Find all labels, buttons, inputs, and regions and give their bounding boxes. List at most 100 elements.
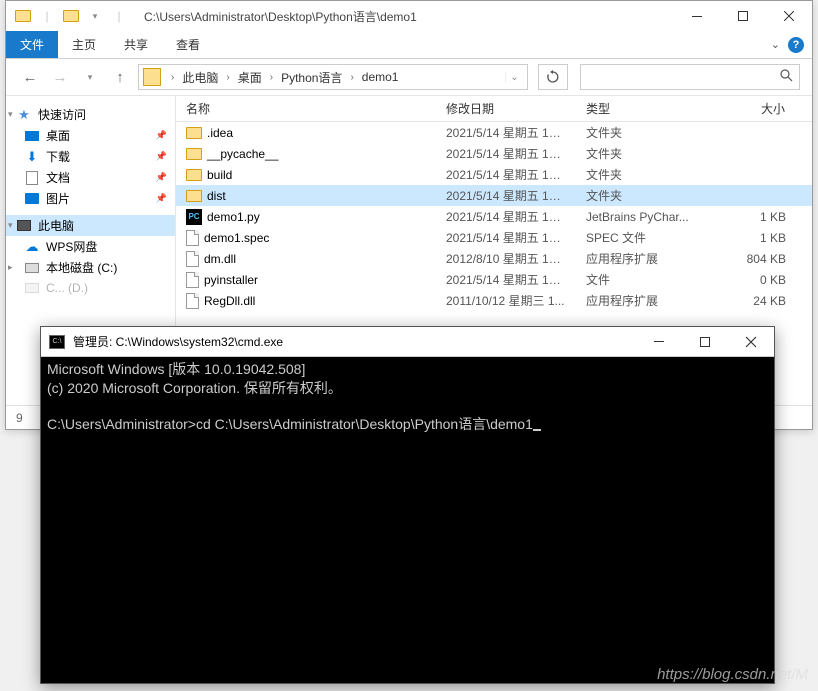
sidebar-label: 快速访问 (38, 106, 86, 123)
python-file-icon: PC (186, 209, 202, 225)
chevron-right-icon[interactable]: › (266, 72, 277, 83)
col-type[interactable]: 类型 (576, 100, 716, 117)
cmd-close-button[interactable] (728, 327, 774, 357)
sidebar-item-documents[interactable]: 文档📌 (6, 167, 175, 188)
breadcrumb-item[interactable]: 桌面 (234, 69, 266, 86)
search-input[interactable] (587, 70, 780, 84)
file-icon (186, 272, 199, 288)
refresh-button[interactable] (538, 64, 568, 90)
maximize-button[interactable] (720, 1, 766, 31)
breadcrumb-item[interactable]: 此电脑 (178, 69, 222, 86)
file-row[interactable]: build2021/5/14 星期五 15:...文件夹 (176, 164, 812, 185)
file-row[interactable]: .idea2021/5/14 星期五 15:...文件夹 (176, 122, 812, 143)
chevron-right-icon[interactable]: › (346, 72, 357, 83)
qa-separator: | (108, 5, 130, 27)
col-date[interactable]: 修改日期 (436, 100, 576, 117)
cell-date: 2021/5/14 星期五 15:... (436, 187, 576, 204)
cell-size: 804 KB (716, 252, 796, 266)
sidebar-label: WPS网盘 (46, 238, 97, 255)
watermark: https://blog.csdn.net/M (657, 666, 808, 683)
file-row[interactable]: dist2021/5/14 星期五 15:...文件夹 (176, 185, 812, 206)
file-row[interactable]: RegDll.dll2011/10/12 星期三 1...应用程序扩展24 KB (176, 290, 812, 311)
file-row[interactable]: dm.dll2012/8/10 星期五 15:...应用程序扩展804 KB (176, 248, 812, 269)
cmd-output[interactable]: Microsoft Windows [版本 10.0.19042.508] (c… (41, 357, 774, 438)
cell-type: JetBrains PyChar... (576, 210, 716, 224)
search-box[interactable] (580, 64, 800, 90)
sidebar-this-pc[interactable]: ▾此电脑 (6, 215, 175, 236)
breadcrumb[interactable]: › 此电脑 › 桌面 › Python语言 › demo1 ⌄ (138, 64, 528, 90)
sidebar-item-truncated[interactable]: C... (D.) (6, 278, 175, 298)
disk-icon (25, 263, 39, 273)
tab-home[interactable]: 主页 (58, 31, 110, 58)
cell-size: 0 KB (716, 273, 796, 287)
cell-name: dist (176, 189, 436, 203)
sidebar-item-desktop[interactable]: 桌面📌 (6, 125, 175, 146)
cell-type: 文件夹 (576, 124, 716, 141)
breadcrumb-dropdown[interactable]: ⌄ (505, 72, 523, 83)
sidebar-item-local-disk[interactable]: ▸本地磁盘 (C:) (6, 257, 175, 278)
tab-file[interactable]: 文件 (6, 31, 58, 58)
tab-share[interactable]: 共享 (110, 31, 162, 58)
sidebar-item-downloads[interactable]: ⬇下载📌 (6, 146, 175, 167)
file-row[interactable]: demo1.spec2021/5/14 星期五 15:...SPEC 文件1 K… (176, 227, 812, 248)
download-icon: ⬇ (24, 149, 40, 165)
cursor (533, 429, 541, 431)
tab-view[interactable]: 查看 (162, 31, 214, 58)
disk-icon (25, 283, 39, 293)
folder-icon (186, 127, 202, 139)
file-name: .idea (207, 126, 233, 140)
sidebar-quick-access[interactable]: ▾★快速访问 (6, 104, 175, 125)
file-name: pyinstaller (204, 273, 258, 287)
sidebar-label: 桌面 (46, 127, 70, 144)
pin-icon: 📌 (156, 151, 167, 162)
sidebar-item-wps[interactable]: ☁WPS网盘 (6, 236, 175, 257)
folder-icon (186, 169, 202, 181)
cmd-icon: C:\ (49, 335, 65, 349)
file-row[interactable]: __pycache__2021/5/14 星期五 15:...文件夹 (176, 143, 812, 164)
ribbon-collapse-icon[interactable]: ⌄ (771, 38, 780, 51)
search-icon[interactable] (780, 69, 793, 85)
cell-name: __pycache__ (176, 147, 436, 161)
cmd-minimize-button[interactable] (636, 327, 682, 357)
item-count: 9 (16, 411, 23, 425)
nav-up-button[interactable]: ↑ (108, 65, 132, 89)
sidebar-item-pictures[interactable]: 图片 📌 (6, 188, 175, 209)
cell-size: 1 KB (716, 231, 796, 245)
cell-name: dm.dll (176, 251, 436, 267)
sidebar-label: 图片 (46, 190, 70, 207)
cell-date: 2021/5/14 星期五 15:... (436, 208, 576, 225)
nav-toolbar: ← → ▾ ↑ › 此电脑 › 桌面 › Python语言 › demo1 ⌄ (6, 59, 812, 95)
file-name: build (207, 168, 232, 182)
cell-date: 2021/5/14 星期五 15:... (436, 229, 576, 246)
file-row[interactable]: pyinstaller2021/5/14 星期五 15:...文件0 KB (176, 269, 812, 290)
explorer-titlebar: | ▾ | C:\Users\Administrator\Desktop\Pyt… (6, 1, 812, 31)
minimize-button[interactable] (674, 1, 720, 31)
cmd-title: 管理员: C:\Windows\system32\cmd.exe (73, 333, 636, 350)
chevron-right-icon[interactable]: › (222, 72, 233, 83)
col-name[interactable]: 名称 (176, 100, 436, 117)
nav-forward-button[interactable]: → (48, 65, 72, 89)
pin-icon: 📌 (156, 193, 167, 204)
cell-name: .idea (176, 126, 436, 140)
file-icon (186, 293, 199, 309)
qa-folder-icon[interactable] (60, 5, 82, 27)
system-menu-icon[interactable] (12, 5, 34, 27)
nav-back-button[interactable]: ← (18, 65, 42, 89)
chevron-right-icon[interactable]: › (167, 72, 178, 83)
breadcrumb-item[interactable]: demo1 (358, 70, 403, 84)
cmd-maximize-button[interactable] (682, 327, 728, 357)
cmd-titlebar[interactable]: C:\ 管理员: C:\Windows\system32\cmd.exe (41, 327, 774, 357)
close-button[interactable] (766, 1, 812, 31)
titlebar-path: C:\Users\Administrator\Desktop\Python语言\… (136, 8, 674, 25)
ribbon-tabs: 文件 主页 共享 查看 ⌄ ? (6, 31, 812, 59)
help-icon[interactable]: ? (788, 37, 804, 53)
file-name: dm.dll (204, 252, 236, 266)
file-row[interactable]: PCdemo1.py2021/5/14 星期五 15:...JetBrains … (176, 206, 812, 227)
col-size[interactable]: 大小 (716, 100, 796, 117)
cmd-window: C:\ 管理员: C:\Windows\system32\cmd.exe Mic… (40, 326, 775, 684)
folder-icon (143, 68, 161, 86)
nav-recent-dropdown[interactable]: ▾ (78, 65, 102, 89)
cmd-line: Microsoft Windows [版本 10.0.19042.508] (47, 361, 305, 377)
qa-dropdown-icon[interactable]: ▾ (84, 5, 106, 27)
breadcrumb-item[interactable]: Python语言 (277, 69, 346, 86)
